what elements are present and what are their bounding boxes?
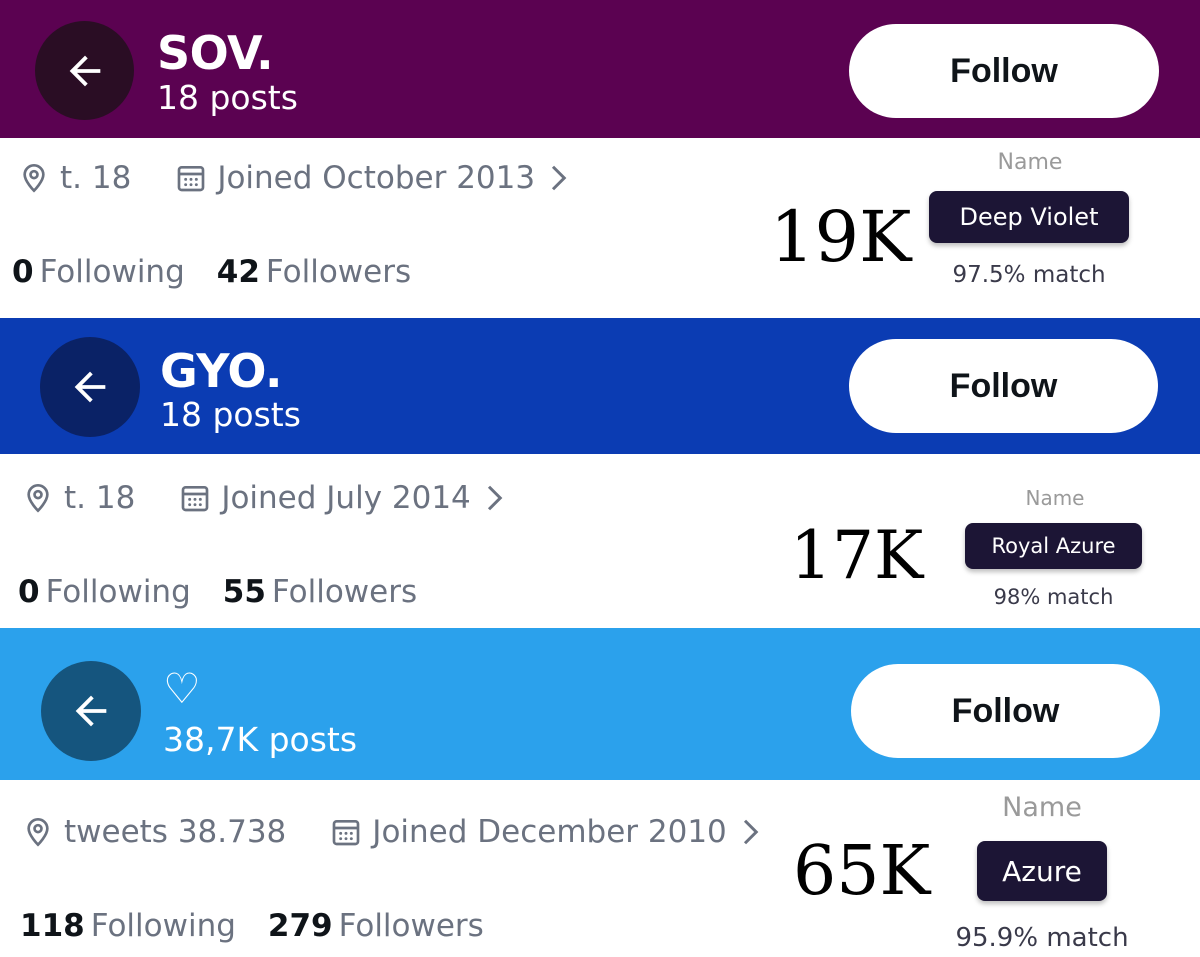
location-icon [22,816,54,848]
calendar-icon [179,482,211,514]
follow-stats: 0 Following 42 Followers [12,254,411,290]
joined-date: Joined October 2013 [217,160,536,196]
chevron-right-icon[interactable] [483,483,505,513]
following-link[interactable]: 0 Following [18,574,191,610]
profile-title: GYO. [160,344,282,398]
profile-title: SOV. [157,26,274,80]
posts-count: 38,7K posts [163,720,358,759]
overlay-count: 17K [790,517,924,594]
joined-date: Joined July 2014 [221,480,471,516]
back-button[interactable] [40,337,140,437]
followers-link[interactable]: 55 Followers [223,574,417,610]
follow-button[interactable]: Follow [851,664,1160,758]
location-text: tweets 38.738 [64,814,287,850]
following-count: 118 [20,908,85,944]
profile-meta: tweets 38.738 Joined December 2010 [22,814,761,850]
followers-label: Followers [265,254,412,290]
location-text: t. 18 [64,480,136,516]
following-label: Following [90,908,236,944]
followers-count: 42 [216,254,260,290]
location-icon [22,482,54,514]
match-percent: 95.9% match [955,923,1129,953]
location-text: t. 18 [60,160,132,196]
profile-card-1: SOV. 18 posts Follow t. 18 Joined Octobe… [0,0,1200,318]
overlay-count: 19K [770,196,912,278]
follow-button[interactable]: Follow [849,339,1158,433]
color-name-label: Name [1025,486,1085,510]
follow-stats: 118 Following 279 Followers [20,908,484,944]
followers-count: 279 [267,908,333,944]
following-count: 0 [18,574,40,610]
back-button[interactable] [35,21,134,120]
profile-card-3: ♡ 38,7K posts Follow tweets 38.738 Joine… [0,628,1200,957]
color-name-chip: Deep Violet [929,191,1129,243]
match-percent: 97.5% match [952,262,1106,288]
followers-count: 55 [222,574,266,610]
back-button[interactable] [41,661,141,761]
following-label: Following [39,254,185,290]
posts-count: 18 posts [160,395,301,434]
profile-card-2: GYO. 18 posts Follow t. 18 Joined July 2… [0,318,1200,628]
chevron-right-icon[interactable] [739,817,761,847]
arrow-left-icon [75,695,107,727]
color-name-label: Name [1002,792,1082,823]
profile-meta: t. 18 Joined July 2014 [22,480,505,516]
following-count: 0 [12,254,34,290]
location-icon [18,162,50,194]
following-link[interactable]: 0 Following [12,254,185,290]
followers-label: Followers [338,908,484,944]
calendar-icon [175,162,207,194]
calendar-icon [330,816,362,848]
posts-count: 18 posts [157,78,298,117]
chevron-right-icon[interactable] [547,163,569,193]
arrow-left-icon [69,55,100,86]
followers-link[interactable]: 42 Followers [217,254,411,290]
overlay-count: 65K [793,832,931,911]
profile-meta: t. 18 Joined October 2013 [18,160,569,196]
profile-banner: SOV. 18 posts Follow [0,0,1200,138]
following-label: Following [45,574,191,610]
profile-banner: GYO. 18 posts Follow [0,318,1200,454]
color-name-chip: Royal Azure [965,523,1142,569]
color-name-chip: Azure [977,841,1107,901]
arrow-left-icon [74,371,106,403]
followers-link[interactable]: 279 Followers [268,908,484,944]
color-name-label: Name [997,150,1063,175]
follow-stats: 0 Following 55 Followers [18,574,417,610]
profile-banner: ♡ 38,7K posts Follow [0,628,1200,780]
match-percent: 98% match [993,585,1114,609]
following-link[interactable]: 118 Following [20,908,236,944]
joined-date: Joined December 2010 [372,814,727,850]
profile-title-heart: ♡ [163,664,201,713]
followers-label: Followers [271,574,418,610]
follow-button[interactable]: Follow [849,24,1159,118]
